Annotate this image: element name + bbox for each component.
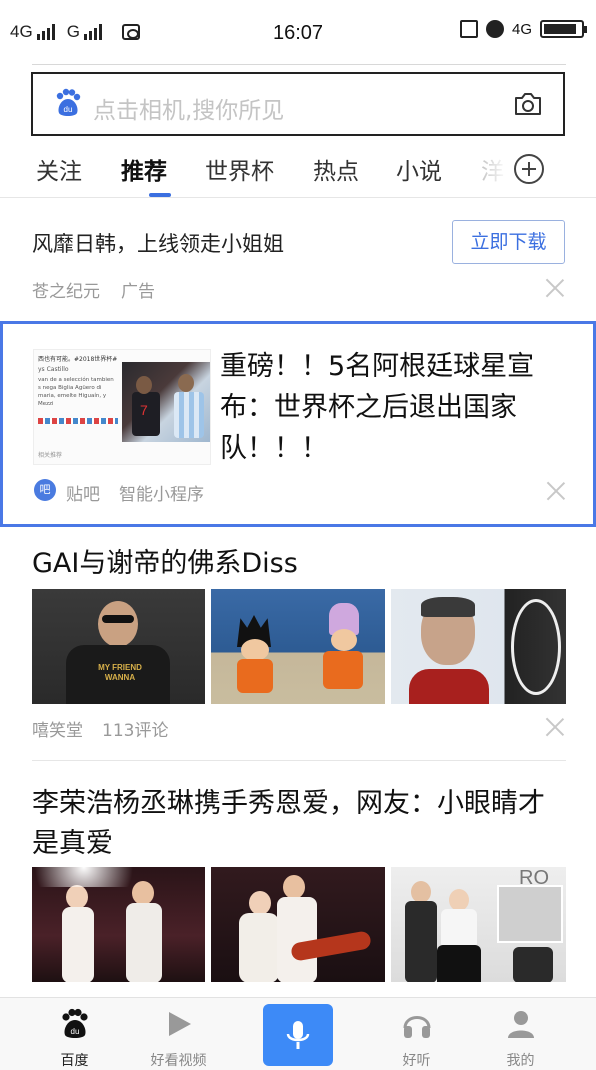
article-image [211,867,385,982]
logo-text: du [64,105,73,114]
nav-label: 百度 [60,1053,89,1069]
nav-label: 好听 [402,1053,431,1069]
shirt-text: MY FRIEND WANNA [98,663,142,682]
download-button[interactable]: 立即下载 [452,220,565,264]
play-icon [169,1012,191,1036]
divider [0,197,596,198]
battery-icon [540,20,587,38]
article-source: 嘻笑堂 [32,721,83,741]
baidu-paw-icon: du [62,1008,88,1038]
emoji-row [38,418,118,424]
divider [32,760,566,761]
nav-listen[interactable]: 好听 [357,998,476,1070]
player-photo: 7 [122,362,210,442]
article-image: RO [391,867,566,982]
microphone-icon [286,1021,310,1049]
tab-world-cup[interactable]: 世界杯 [205,152,274,186]
thumb-header: 西也有可能。#2018世界杯# [38,356,118,363]
news-headline[interactable]: 重磅！！5名阿根廷球星宣布：世界杯之后退出国家队！！！ [220,346,570,469]
headphones-icon [403,1016,431,1038]
highlighted-news-card[interactable]: 西也有可能。#2018世界杯# ys Castillo van de a sel… [0,321,596,527]
article-image [391,589,566,704]
nav-label: 好看视频 [150,1053,207,1069]
add-tab-icon[interactable] [514,154,544,184]
nav-label: 我的 [506,1053,535,1069]
channel-tabs: 关注 推荐 世界杯 热点 小说 洋 [0,146,596,198]
voice-search-button[interactable] [263,1004,333,1066]
thumb-footer: 相关推荐 [38,452,63,459]
ad-source: 苍之纪元 [32,282,100,302]
article-comments: 113评论 [102,721,169,741]
news-thumbnail: 西也有可能。#2018世界杯# ys Castillo van de a sel… [33,349,211,465]
nav-home[interactable]: du 百度 [15,998,134,1070]
news-tag: 智能小程序 [119,485,204,505]
news-source: 贴吧 [66,485,100,505]
network-4g-right: 4G [511,20,532,38]
logo-text: du [71,1027,80,1036]
status-right: 4G [459,20,587,38]
ad-tag: 广告 [121,282,155,302]
camera-icon[interactable] [513,91,543,117]
article-image: MY FRIEND WANNA [32,589,205,704]
article-title[interactable]: 李荣浩杨丞琳携手秀恩爱，网友：小眼睛才是真爱 [32,784,566,864]
article-image [32,867,205,982]
close-icon[interactable] [545,278,565,298]
tab-fade [476,148,516,188]
close-icon[interactable] [546,481,566,501]
user-icon [508,1011,534,1038]
thumb-author: ys Castillo [38,366,69,373]
tieba-icon: 吧 [34,479,56,501]
ad-title[interactable]: 风靡日韩，上线领走小姐姐 [32,228,284,258]
search-placeholder: 点击相机,搜你所见 [93,98,285,124]
nav-videos[interactable]: 好看视频 [119,998,238,1070]
status-bar: 4G G 16:07 4G [0,0,596,66]
vibrate-icon [459,20,478,38]
tab-recommend[interactable]: 推荐 [121,152,167,186]
thumb-text: van de a selección tambien s nega Biglia… [38,377,114,407]
alarm-icon [485,20,504,38]
tab-follow[interactable]: 关注 [36,152,82,186]
divider [32,64,566,65]
nav-profile[interactable]: 我的 [461,998,580,1070]
article-title[interactable]: GAI与谢帝的佛系Diss [32,544,566,584]
tab-novel[interactable]: 小说 [396,152,442,186]
bottom-nav: du 百度 好看视频 好听 我的 [0,997,596,1070]
close-icon[interactable] [545,717,565,737]
article-image [211,589,385,704]
search-input[interactable]: du 点击相机,搜你所见 [31,72,565,136]
tab-hot[interactable]: 热点 [313,152,359,186]
baidu-paw-icon: du [56,88,81,116]
